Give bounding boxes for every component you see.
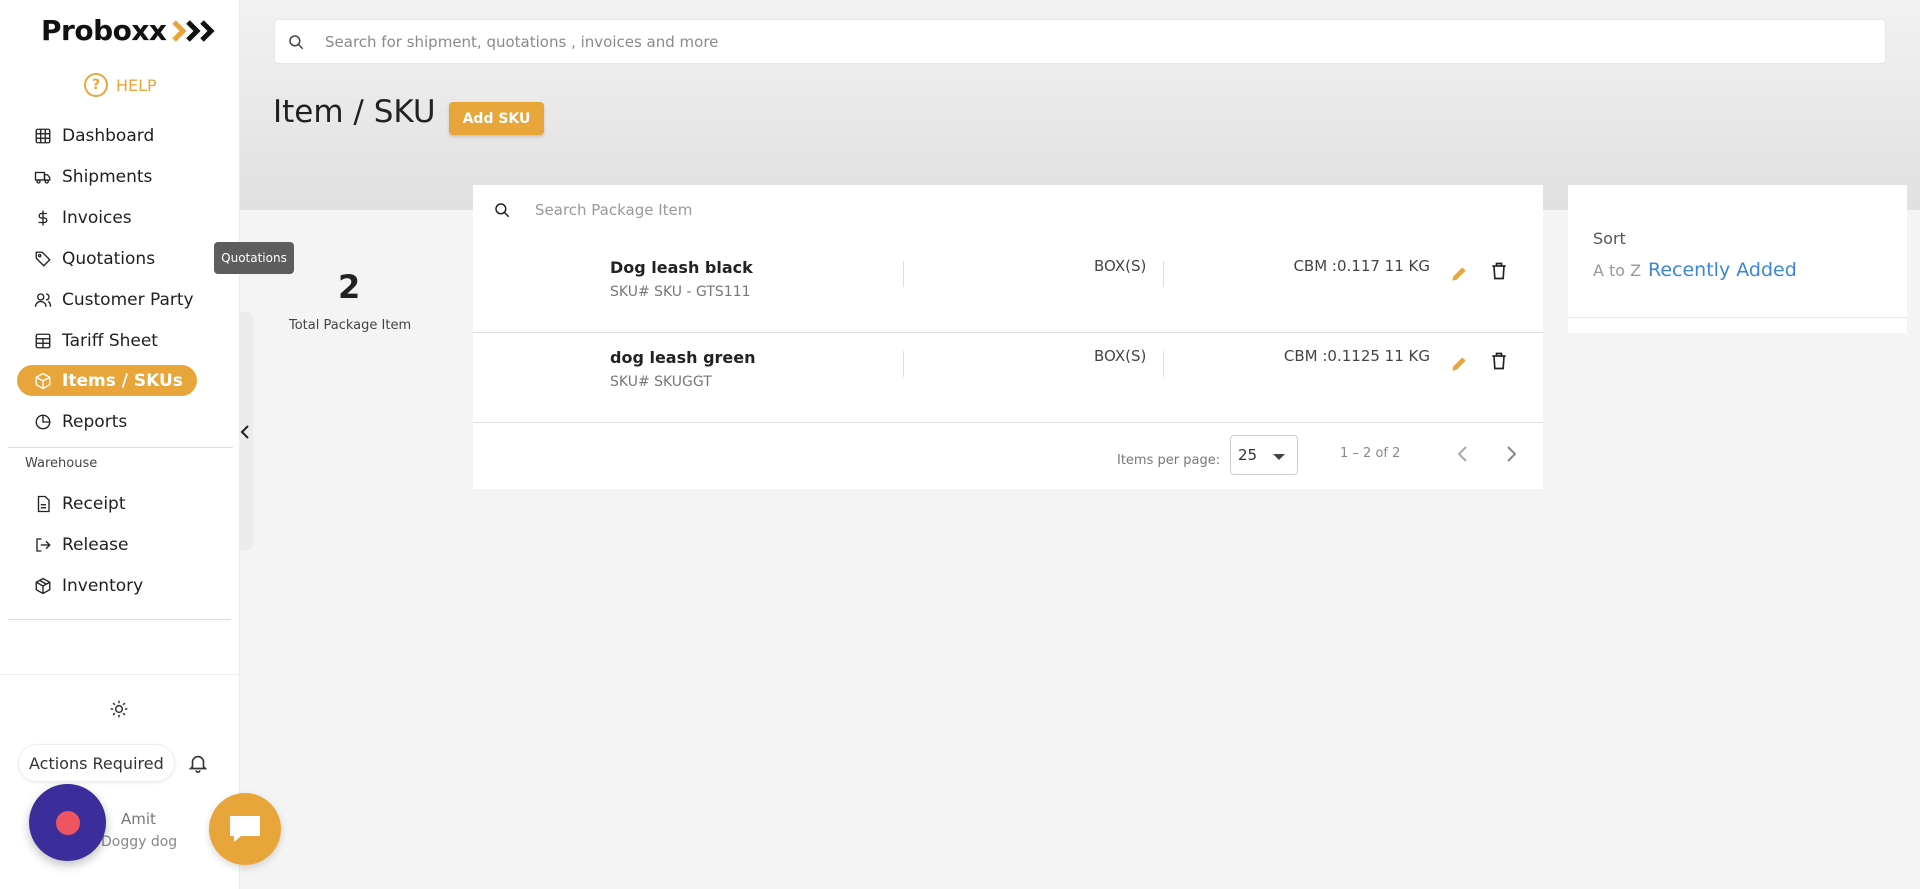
sort-panel: Sort A to Z Recently Added <box>1568 185 1907 333</box>
column-divider <box>903 261 904 287</box>
item-unit: BOX(S) <box>1094 347 1147 365</box>
item-cbm-weight: CBM :0.1125 11 KG <box>1283 347 1430 365</box>
items-per-page-value: 25 <box>1238 446 1258 464</box>
total-package-count: 2 <box>338 268 361 306</box>
chevron-left-icon[interactable] <box>1453 444 1473 464</box>
chat-icon <box>230 816 260 842</box>
edit-pencil-icon[interactable] <box>1449 354 1469 374</box>
delete-trash-icon[interactable] <box>1489 351 1509 371</box>
sidebar-item-label: Customer Party <box>62 289 194 310</box>
chat-button[interactable] <box>209 793 281 865</box>
column-divider <box>903 351 904 377</box>
list-search-bar[interactable] <box>473 185 1543 235</box>
sidebar-item-label: Inventory <box>62 575 144 596</box>
sidebar-item-dashboard[interactable]: Dashboard <box>17 120 154 151</box>
table-row[interactable]: Dog leash black SKU# SKU - GTS111 BOX(S)… <box>473 243 1543 333</box>
sort-title: Sort <box>1593 229 1626 248</box>
sidebar-item-customer-party[interactable]: Customer Party <box>17 284 194 315</box>
grid-icon <box>33 126 53 146</box>
table-icon <box>33 331 53 351</box>
item-name: dog leash green <box>610 348 756 367</box>
sidebar-item-reports[interactable]: Reports <box>17 406 127 437</box>
record-dot-icon <box>55 810 80 835</box>
sidebar-item-label: Quotations <box>62 248 156 269</box>
sidebar-divider <box>0 674 240 675</box>
sort-divider <box>1568 317 1907 318</box>
chevron-right-icon[interactable] <box>1501 444 1521 464</box>
column-divider <box>1163 261 1164 287</box>
logo-chevrons-icon <box>172 19 216 42</box>
add-sku-button[interactable]: Add SKU <box>449 102 544 135</box>
box-icon <box>33 576 53 596</box>
truck-icon <box>33 167 53 187</box>
help-label: HELP <box>116 75 157 95</box>
sidebar-item-label: Tariff Sheet <box>62 330 158 351</box>
package-icon <box>33 371 53 391</box>
package-search-input[interactable] <box>535 201 1435 219</box>
items-per-page-label: Items per page: <box>1117 453 1221 468</box>
sort-recently-added-option[interactable]: Recently Added <box>1648 259 1797 281</box>
chevron-left-icon[interactable] <box>239 422 251 442</box>
edit-pencil-icon[interactable] <box>1449 264 1469 284</box>
items-per-page-select[interactable]: 25 <box>1230 435 1298 475</box>
tag-icon <box>33 249 53 269</box>
sidebar-item-label: Dashboard <box>62 125 155 146</box>
sidebar-item-invoices[interactable]: Invoices <box>17 202 132 233</box>
sidebar-item-quotations[interactable]: Quotations <box>17 243 155 274</box>
sidebar-item-label: Invoices <box>62 207 132 228</box>
user-name: Amit <box>121 810 156 828</box>
page-title: Item / SKU <box>273 94 436 130</box>
bell-icon[interactable] <box>187 752 209 774</box>
pagination-range: 1 – 2 of 2 <box>1340 446 1401 461</box>
sidebar-item-inventory[interactable]: Inventory <box>17 570 143 601</box>
actions-required-button[interactable]: Actions Required <box>18 744 175 782</box>
sidebar-item-release[interactable]: Release <box>17 529 128 560</box>
item-sku: SKU# SKU - GTS111 <box>610 284 751 300</box>
theme-toggle-sun-icon[interactable] <box>109 699 129 719</box>
sort-a-to-z-option[interactable]: A to Z <box>1593 261 1641 280</box>
sidebar-divider <box>8 619 231 620</box>
sidebar-item-label: Reports <box>62 411 128 432</box>
warehouse-section-label: Warehouse <box>25 456 98 471</box>
table-row[interactable]: dog leash green SKU# SKUGGT BOX(S) CBM :… <box>473 333 1543 423</box>
sidebar-item-label: Receipt <box>62 493 126 514</box>
sidebar-item-tariff-sheet[interactable]: Tariff Sheet <box>17 325 158 356</box>
user-company: Doggy dog <box>101 834 178 850</box>
caret-down-icon <box>1273 454 1285 460</box>
sidebar-divider <box>8 447 233 448</box>
sidebar-item-items-skus[interactable]: Items / SKUs <box>17 365 197 396</box>
item-cbm-weight: CBM :0.117 11 KG <box>1293 257 1430 275</box>
global-search-bar[interactable] <box>274 19 1886 64</box>
tooltip: Quotations <box>214 242 294 274</box>
file-icon <box>33 494 53 514</box>
item-sku: SKU# SKUGGT <box>610 374 712 390</box>
package-item-list: Dog leash black SKU# SKU - GTS111 BOX(S)… <box>473 185 1543 489</box>
help-link[interactable]: ? HELP <box>84 73 157 97</box>
avatar[interactable] <box>29 784 106 861</box>
logo[interactable]: Proboxx <box>41 14 224 47</box>
logout-icon <box>33 535 53 555</box>
search-icon <box>495 203 510 218</box>
item-name: Dog leash black <box>610 258 753 277</box>
search-icon <box>289 34 304 49</box>
column-divider <box>1163 351 1164 377</box>
dollar-icon <box>33 208 53 228</box>
sidebar-item-shipments[interactable]: Shipments <box>17 161 152 192</box>
global-search-input[interactable] <box>325 32 1825 51</box>
total-package-label: Total Package Item <box>289 318 412 333</box>
item-unit: BOX(S) <box>1094 257 1147 275</box>
sidebar-item-label: Shipments <box>62 166 153 187</box>
delete-trash-icon[interactable] <box>1489 261 1509 281</box>
users-icon <box>33 290 53 310</box>
sidebar-item-label: Release <box>62 534 129 555</box>
sidebar-item-label: Items / SKUs <box>62 370 183 391</box>
sidebar-item-receipt[interactable]: Receipt <box>17 488 126 519</box>
pie-chart-icon <box>33 412 53 432</box>
help-icon: ? <box>84 73 108 97</box>
logo-text: Proboxx <box>41 14 167 47</box>
sidebar: Proboxx ? HELP Dashboard Shipments Invoi… <box>0 0 240 889</box>
